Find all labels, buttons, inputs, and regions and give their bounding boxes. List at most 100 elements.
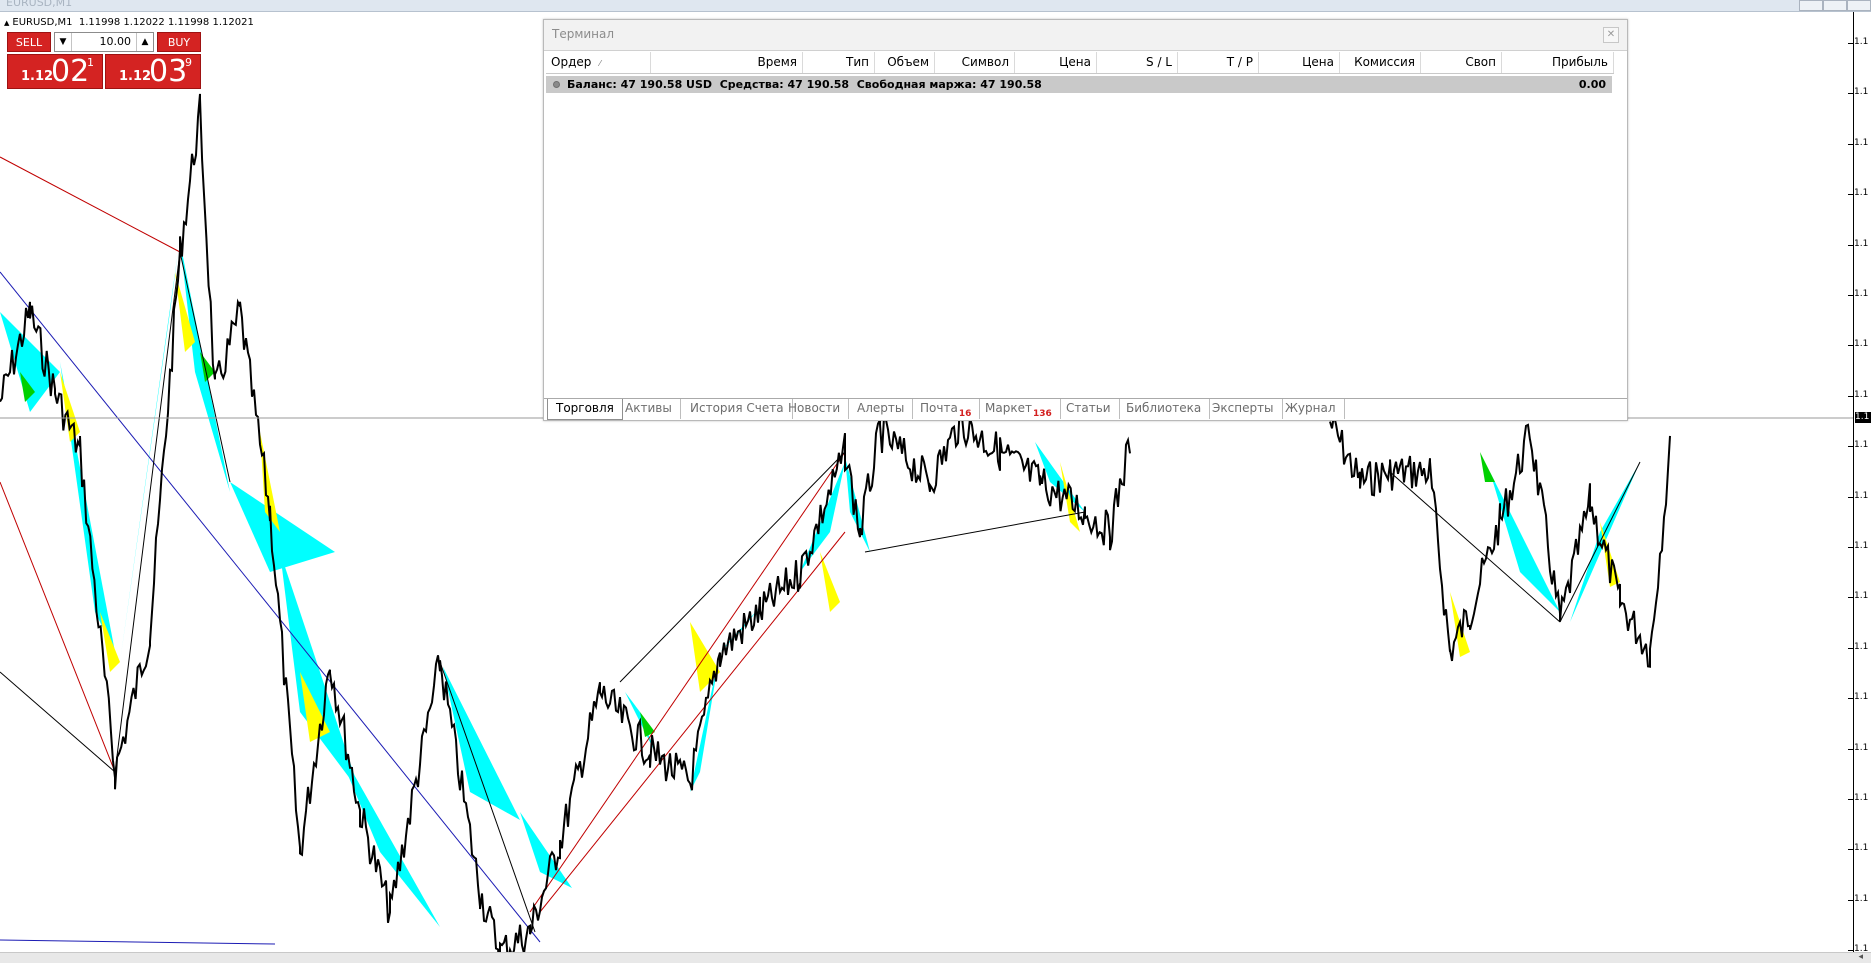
price-axis-tick-label: 1.1: [1847, 591, 1869, 602]
sell-price-prefix: 1.12: [21, 69, 54, 84]
terminal-window: Терминал ✕ Ордер ⁄ Время Тип Объем Символ…: [543, 19, 1628, 421]
price-axis-tick-label: 1.1: [1847, 641, 1869, 652]
sell-button[interactable]: SELL: [7, 32, 51, 52]
collapse-triangle-icon[interactable]: ▲: [4, 19, 9, 27]
yellow-fill: [820, 552, 840, 612]
price-axis-tick-label: 1.1: [1847, 87, 1869, 98]
black-trend-line: [864, 511, 1086, 553]
column-header-symbol[interactable]: Символ: [935, 52, 1015, 73]
price-axis[interactable]: [1853, 12, 1871, 952]
column-header-commission[interactable]: Комиссия: [1340, 52, 1421, 73]
minimize-button[interactable]: [1799, 0, 1823, 11]
window-title-bar: EURUSD,M1: [0, 0, 1871, 12]
tab-experts[interactable]: Эксперты: [1204, 399, 1283, 419]
black-trend-line: [114, 251, 181, 773]
price-axis-tick-label: 1.1: [1847, 793, 1869, 803]
column-header-close-price[interactable]: Цена: [1259, 52, 1340, 73]
current-price-label: 1.1: [1855, 412, 1871, 423]
balance-text: Баланс: 47 190.58 USD Средства: 47 190.5…: [567, 78, 1042, 91]
tab-articles[interactable]: Статьи: [1058, 399, 1120, 419]
price-axis-tick-label: 1.1: [1847, 238, 1869, 249]
column-header-swap[interactable]: Своп: [1421, 52, 1502, 73]
buy-price-button[interactable]: 1.12 03 9: [105, 54, 201, 89]
buy-button[interactable]: BUY: [157, 32, 201, 52]
blue-trend-line: [0, 271, 541, 943]
cyan-fill: [1430, 432, 1470, 492]
buy-price-sup: 9: [185, 56, 192, 69]
red-trend-line: [0, 156, 181, 253]
terminal-title: Терминал: [552, 27, 615, 41]
black-trend-line: [179, 251, 231, 483]
price-axis-tick-label: 1.1: [1847, 692, 1869, 703]
buy-price-prefix: 1.12: [119, 69, 152, 84]
black-trend-line: [1389, 471, 1561, 623]
price-axis-tick-label: 1.1: [1847, 137, 1869, 148]
close-button[interactable]: [1847, 0, 1871, 11]
market-count-badge: 136: [1032, 409, 1052, 419]
blue-trend-line: [0, 939, 276, 945]
green-fill: [1480, 452, 1495, 482]
yellow-fill: [60, 372, 80, 442]
tab-trade[interactable]: Торговля: [547, 399, 623, 420]
column-header-order[interactable]: Ордер ⁄: [546, 52, 651, 73]
price-axis-tick-label: 1.1: [1847, 541, 1869, 551]
tab-news[interactable]: Новости: [780, 399, 850, 419]
price-axis-tick-label: 1.1: [1847, 742, 1869, 753]
balance-row[interactable]: Баланс: 47 190.58 USD Средства: 47 190.5…: [546, 76, 1612, 93]
restore-button[interactable]: [1823, 0, 1847, 11]
price-axis-tick-label: 1.1: [1847, 37, 1869, 47]
black-trend-line: [0, 671, 116, 773]
red-trend-line: [529, 451, 846, 913]
cyan-fill: [330, 732, 440, 927]
cyan-fill: [230, 482, 335, 572]
one-click-trading-panel: SELL ▼ 10.00 ▲ BUY 1.12 02 1 1.12 03 9: [7, 32, 201, 90]
column-header-tp[interactable]: T / P: [1178, 52, 1259, 73]
lot-size-value[interactable]: 10.00: [100, 35, 132, 48]
price-axis-tick-label: 1.1: [1847, 289, 1869, 299]
tab-mailbox[interactable]: Почта16: [912, 399, 981, 419]
tab-library[interactable]: Библиотека: [1118, 399, 1211, 419]
sell-price-sup: 1: [87, 56, 94, 69]
chevron-up-icon[interactable]: ▲: [136, 33, 153, 51]
black-trend-line: [439, 661, 536, 933]
close-icon[interactable]: ✕: [1603, 27, 1619, 43]
terminal-title-bar[interactable]: Терминал ✕: [544, 20, 1627, 51]
price-axis-tick-label: 1.1: [1847, 339, 1869, 350]
trade-table-header: Ордер ⁄ Время Тип Объем Символ Цена S / L…: [546, 52, 1614, 74]
tab-account-history[interactable]: История Счета: [682, 399, 793, 419]
price-axis-tick-label: 1.1: [1847, 188, 1869, 199]
tab-alerts[interactable]: Алерты: [849, 399, 914, 419]
window-title: EURUSD,M1: [6, 0, 73, 9]
cyan-fill: [870, 442, 925, 552]
column-header-profit[interactable]: Прибыль: [1502, 52, 1614, 73]
sort-icon: ⁄: [599, 59, 601, 68]
cyan-fill: [443, 667, 520, 820]
symbol-ohlc-text: EURUSD,M1 1.11998 1.12022 1.11998 1.1202…: [12, 17, 254, 28]
tab-journal[interactable]: Журнал: [1277, 399, 1345, 419]
buy-price-big: 03: [149, 54, 188, 89]
column-header-sl[interactable]: S / L: [1097, 52, 1178, 73]
price-axis-tick-label: 1.1: [1847, 389, 1869, 400]
column-header-type[interactable]: Тип: [803, 52, 875, 73]
price-axis-tick-label: 1.1: [1847, 843, 1869, 854]
tab-market[interactable]: Маркет136: [977, 399, 1061, 419]
chevron-down-icon[interactable]: ▼: [55, 33, 72, 51]
mail-count-badge: 16: [958, 409, 972, 419]
terminal-tab-bar: Торговля Активы История Счета Новости Ал…: [544, 398, 1627, 420]
tab-assets[interactable]: Активы: [617, 399, 681, 419]
cyan-fill: [845, 457, 870, 552]
sell-price-button[interactable]: 1.12 02 1: [7, 54, 103, 89]
chevron-left-icon[interactable]: ◂: [1858, 952, 1863, 962]
horizontal-scrollbar[interactable]: ◂: [0, 952, 1871, 963]
column-header-volume[interactable]: Объем: [875, 52, 935, 73]
price-axis-tick-label: 1.1: [1847, 440, 1869, 451]
column-header-time[interactable]: Время: [651, 52, 803, 73]
column-header-price[interactable]: Цена: [1015, 52, 1097, 73]
chart-symbol-info: ▲ EURUSD,M1 1.11998 1.12022 1.11998 1.120…: [4, 17, 254, 28]
black-trend-line: [1559, 461, 1641, 623]
price-axis-tick-label: 1.1: [1847, 490, 1869, 501]
balance-profit: 0.00: [1578, 78, 1606, 91]
sell-price-big: 02: [51, 54, 90, 89]
lot-size-stepper[interactable]: ▼ 10.00 ▲: [54, 32, 154, 52]
price-axis-tick-label: 1.1: [1847, 893, 1869, 904]
